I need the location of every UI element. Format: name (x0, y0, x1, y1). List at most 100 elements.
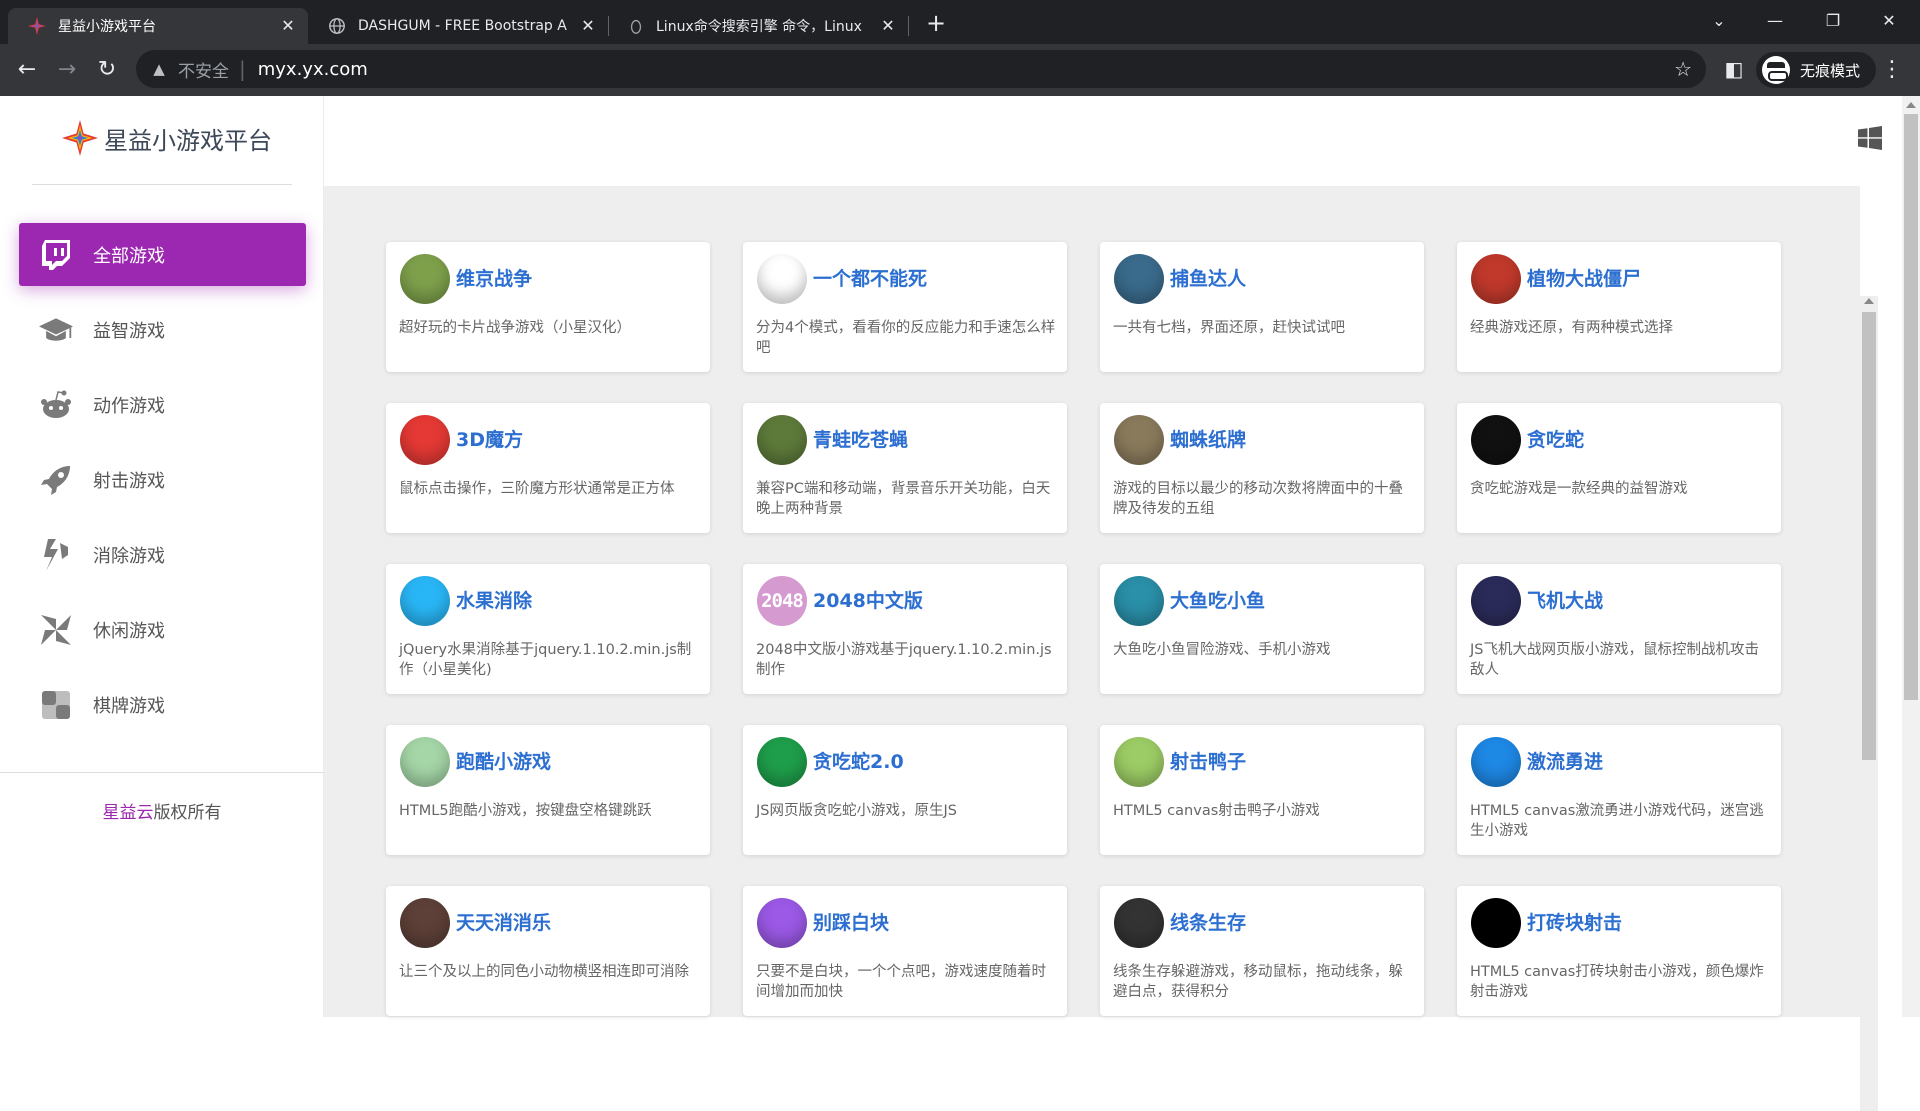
rubiks-cube-icon[interactable] (400, 415, 450, 465)
popcap-icon[interactable] (1471, 254, 1521, 304)
game-card[interactable]: 2048 2048中文版 2048中文版小游戏基于jquery.1.10.2.min… (743, 564, 1067, 694)
game-description: 一共有七档，界面还原，赶快试试吧 (1113, 320, 1345, 336)
incognito-badge[interactable]: 无痕模式 (1756, 52, 1877, 88)
browser-menu-button[interactable]: ⋮ (1880, 56, 1904, 84)
close-icon[interactable]: ✕ (578, 16, 598, 36)
warning-icon[interactable]: ▲ (150, 60, 168, 78)
game-title[interactable]: 天天消消乐 (456, 908, 551, 935)
game-title[interactable]: 一个都不能死 (813, 264, 927, 291)
running-man-icon[interactable] (757, 254, 807, 304)
parkour-icon[interactable] (400, 737, 450, 787)
sidebar-item-match-games[interactable]: 消除游戏 (19, 523, 306, 586)
game-card[interactable]: 贪吃蛇 贪吃蛇游戏是一款经典的益智游戏 (1457, 403, 1781, 533)
snake-icon[interactable] (1471, 415, 1521, 465)
dots-snake-icon[interactable] (757, 737, 807, 787)
sidebar-item-puzzle-games[interactable]: 益智游戏 (19, 298, 306, 361)
url-text[interactable]: myx.yx.com (258, 59, 368, 80)
game-card[interactable]: 飞机大战 JS飞机大战网页版小游戏，鼠标控制战机攻击敌人 (1457, 564, 1781, 694)
game-card[interactable]: 激流勇进 HTML5 canvas激流勇进小游戏代码，迷宫逃生小游戏 (1457, 725, 1781, 855)
duck-icon[interactable] (1114, 737, 1164, 787)
game-title[interactable]: 贪吃蛇 (1527, 425, 1584, 452)
animals-match-icon[interactable] (400, 898, 450, 948)
game-card[interactable]: 青蛙吃苍蝇 兼容PC端和移动端，背景音乐开关功能，白天晚上两种背景 (743, 403, 1067, 533)
game-card[interactable]: 跑酷小游戏 HTML5跑酷小游戏，按键盘空格键跳跃 (386, 725, 710, 855)
line-survival-icon[interactable] (1114, 898, 1164, 948)
stairs-icon[interactable] (1471, 737, 1521, 787)
shark-icon[interactable] (1114, 576, 1164, 626)
scroll-up-arrow[interactable] (1864, 298, 1874, 304)
popsicle-icon[interactable] (400, 576, 450, 626)
restore-button[interactable]: ❐ (1810, 6, 1856, 36)
game-title[interactable]: 捕鱼达人 (1170, 264, 1246, 291)
close-icon[interactable]: ✕ (878, 16, 898, 36)
side-panel-icon[interactable]: ◧ (1722, 58, 1746, 82)
game-card[interactable]: 植物大战僵尸 经典游戏还原，有两种模式选择 (1457, 242, 1781, 372)
sidebar-item-action-games[interactable]: 动作游戏 (19, 373, 306, 436)
game-title[interactable]: 射击鸭子 (1170, 747, 1246, 774)
viking-icon[interactable] (400, 254, 450, 304)
game-title[interactable]: 飞机大战 (1527, 586, 1603, 613)
forward-button[interactable]: → (52, 56, 82, 86)
close-icon[interactable]: ✕ (278, 16, 298, 36)
game-title[interactable]: 别踩白块 (813, 908, 889, 935)
game-card[interactable]: 水果消除 jQuery水果消除基于jquery.1.10.2.min.js制作（小… (386, 564, 710, 694)
game-title[interactable]: 植物大战僵尸 (1527, 264, 1641, 291)
sidebar-item-casual-games[interactable]: 休闲游戏 (19, 598, 306, 661)
tab-dashgum[interactable]: DASHGUM - FREE Bootstrap A ✕ (308, 8, 608, 44)
bookmark-star-icon[interactable]: ☆ (1674, 57, 1692, 81)
sidebar-item-all-games[interactable]: 全部游戏 (19, 223, 306, 286)
page-scrollbar-thumb[interactable] (1904, 114, 1918, 700)
tab-game-platform[interactable]: 星益小游戏平台 ✕ (8, 8, 308, 44)
game-card[interactable]: 射击鸭子 HTML5 canvas射击鸭子小游戏 (1100, 725, 1424, 855)
tab-linux-search[interactable]: Linux命令搜索引擎 命令，Linux ✕ (608, 8, 908, 44)
game-card[interactable]: 天天消消乐 让三个及以上的同色小动物横竖相连即可消除 (386, 886, 710, 1016)
back-button[interactable]: ← (12, 56, 42, 86)
game-card[interactable]: 贪吃蛇2.0 JS网页版贪吃蛇小游戏，原生JS (743, 725, 1067, 855)
insecure-label[interactable]: 不安全 (178, 57, 229, 82)
game-card[interactable]: 蜘蛛纸牌 游戏的目标以最少的移动次数将牌面中的十叠牌及待发的五组 (1100, 403, 1424, 533)
game-card[interactable]: 别踩白块 只要不是白块，一个个点吧，游戏速度随着时间增加而加快 (743, 886, 1067, 1016)
game-title[interactable]: 青蛙吃苍蝇 (813, 425, 908, 452)
fighter-jet-icon[interactable] (1471, 576, 1521, 626)
game-title[interactable]: 跑酷小游戏 (456, 747, 551, 774)
playing-card-icon[interactable] (1114, 415, 1164, 465)
brand[interactable]: 星益小游戏平台 (62, 120, 272, 156)
game-card[interactable]: 打砖块射击 HTML5 canvas打砖块射击小游戏，颜色爆炸射击游戏 (1457, 886, 1781, 1016)
game-card[interactable]: 维京战争 超好玩的卡片战争游戏（小星汉化） (386, 242, 710, 372)
game-title[interactable]: 打砖块射击 (1527, 908, 1622, 935)
2048-icon[interactable]: 2048 (757, 576, 807, 626)
linux-penguin-icon (630, 19, 642, 34)
sidebar-item-shooting-games[interactable]: 射击游戏 (19, 448, 306, 511)
windows-icon[interactable] (1858, 126, 1882, 150)
game-title[interactable]: 线条生存 (1170, 908, 1246, 935)
piano-tiles-icon[interactable] (757, 898, 807, 948)
address-bar[interactable]: ▲ 不安全 | myx.yx.com ☆ (136, 50, 1706, 88)
reload-button[interactable]: ↻ (92, 56, 122, 86)
tab-search-dropdown-button[interactable]: ⌄ (1696, 6, 1742, 36)
game-card[interactable]: 线条生存 线条生存躲避游戏，移动鼠标，拖动线条，躲避白点，获得积分 (1100, 886, 1424, 1016)
game-title[interactable]: 贪吃蛇2.0 (813, 747, 904, 774)
pinwheel-icon (39, 613, 73, 647)
frog-icon[interactable] (757, 415, 807, 465)
fish-icon[interactable] (1114, 254, 1164, 304)
footer-brand-link[interactable]: 星益云 (103, 803, 154, 823)
game-title[interactable]: 3D魔方 (456, 425, 523, 452)
minimize-button[interactable]: — (1752, 6, 1798, 36)
inner-scrollbar-thumb[interactable] (1862, 312, 1876, 760)
game-title[interactable]: 大鱼吃小鱼 (1170, 586, 1265, 613)
game-title[interactable]: 维京战争 (456, 264, 532, 291)
brick-shooter-icon[interactable] (1471, 898, 1521, 948)
game-title[interactable]: 激流勇进 (1527, 747, 1603, 774)
game-card[interactable]: 3D魔方 鼠标点击操作，三阶魔方形状通常是正方体 (386, 403, 710, 533)
sidebar-item-board-games[interactable]: 棋牌游戏 (19, 673, 306, 736)
game-title[interactable]: 水果消除 (456, 586, 532, 613)
new-tab-button[interactable]: + (922, 10, 950, 38)
game-title[interactable]: 2048中文版 (813, 586, 923, 613)
window-close-button[interactable]: ✕ (1866, 6, 1912, 36)
game-title[interactable]: 蜘蛛纸牌 (1170, 425, 1246, 452)
game-card[interactable]: 捕鱼达人一共有七档，界面还原，赶快试试吧 (1100, 242, 1424, 372)
scroll-up-arrow[interactable] (1906, 102, 1916, 108)
game-card[interactable]: 一个都不能死 分为4个模式，看看你的反应能力和手速怎么样吧 (743, 242, 1067, 372)
game-description: JS飞机大战网页版小游戏，鼠标控制战机攻击敌人 (1470, 642, 1759, 678)
game-card[interactable]: 大鱼吃小鱼 大鱼吃小鱼冒险游戏、手机小游戏 (1100, 564, 1424, 694)
